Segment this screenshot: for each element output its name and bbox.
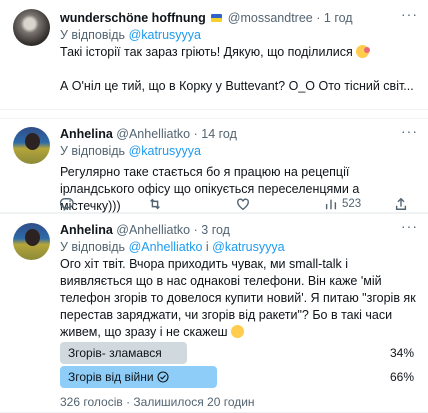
views-button[interactable]: 523 [324, 197, 394, 211]
separator-dot: · [316, 11, 321, 25]
poll-votes: 326 голосів [60, 395, 123, 409]
tweet-text: Ого хіт твіт. Вчора приходить чувак, ми … [60, 256, 418, 341]
poll-sep: · [126, 395, 131, 409]
timestamp[interactable]: 14 год [201, 127, 237, 141]
poll-option-1-percent: 34% [389, 346, 414, 360]
separator-dot: · [193, 223, 198, 237]
tweet-header: Anhelina @Anhelliatko · 3 год [60, 222, 418, 239]
timestamp[interactable]: 1 год [324, 11, 353, 25]
reply-mention-2[interactable]: @katrusyyya [212, 240, 284, 254]
author-name[interactable]: wunderschöne hoffnung [60, 11, 206, 25]
reply-mention[interactable]: @katrusyyya [129, 144, 201, 158]
poll-option-1: Згорів- зламався 34% [60, 342, 416, 364]
author-handle[interactable]: @Anhelliatko [116, 127, 190, 141]
reply-mention[interactable]: @katrusyyya [129, 28, 201, 42]
analytics-icon [325, 199, 337, 210]
blush-emoji-icon [356, 45, 371, 58]
author-handle[interactable]: @mossandtree [228, 11, 313, 25]
reply-and: і [205, 240, 209, 254]
poll-option-2-text: Згорів від війни [68, 370, 154, 384]
tweet-header: wunderschöne hoffnung @mossandtree · 1 г… [60, 10, 418, 27]
author-name[interactable]: Anhelina [60, 223, 113, 237]
reply-prefix: У відповідь [60, 144, 126, 158]
share-button[interactable] [394, 197, 408, 211]
like-button[interactable] [236, 197, 324, 211]
more-options-icon[interactable]: ··· [401, 6, 418, 22]
poll-option-1-label: Згорів- зламався [68, 346, 162, 360]
reply-button[interactable] [60, 197, 148, 211]
action-bar: 523 [60, 196, 418, 212]
author-handle[interactable]: @Anhelliatko [116, 223, 190, 237]
more-options-icon[interactable]: ··· [401, 123, 418, 139]
reply-context: У відповідь @Anhelliatko і @katrusyyya [60, 239, 418, 256]
smile-emoji-icon [231, 325, 245, 338]
views-count: 523 [342, 198, 362, 210]
tweet-text-line-2: А О'ніл це тий, що в Корку у Buttevant? … [60, 79, 414, 93]
reply-prefix: У відповідь [60, 240, 126, 254]
reply-context: У відповідь @katrusyyya [60, 143, 418, 160]
avatar[interactable] [13, 127, 50, 164]
retweet-button[interactable] [148, 197, 236, 211]
reply-mention-1[interactable]: @Anhelliatko [129, 240, 203, 254]
poll-remaining: Залишилося 20 годин [133, 395, 255, 409]
reply-prefix: У відповідь [60, 28, 126, 42]
retweet-icon [150, 198, 160, 210]
check-circle-icon [157, 371, 169, 383]
ukraine-flag-icon [211, 14, 223, 22]
poll-option-2-label: Згорів від війни [68, 370, 169, 384]
timestamp[interactable]: 3 год [201, 223, 230, 237]
heart-icon [237, 198, 249, 211]
separator-dot: · [193, 127, 198, 141]
more-options-icon[interactable]: ··· [401, 218, 418, 234]
tweet-text: Такі історії так зараз гріють! Дякую, що… [60, 45, 353, 59]
tweet-1[interactable]: wunderschöne hoffnung @mossandtree · 1 г… [0, 0, 428, 110]
avatar[interactable] [13, 9, 50, 46]
tweet-2[interactable]: Anhelina @Anhelliatko · 14 год У відпові… [0, 118, 428, 213]
reply-context: У відповідь @katrusyyya [60, 27, 418, 44]
share-icon [395, 197, 407, 210]
author-name[interactable]: Anhelina [60, 127, 113, 141]
avatar[interactable] [13, 223, 50, 260]
poll-footer: 326 голосів · Залишилося 20 годин [60, 395, 255, 409]
reply-icon [60, 198, 74, 211]
poll-option-2-percent: 66% [389, 370, 414, 384]
tweet-3[interactable]: Anhelina @Anhelliatko · 3 год У відповід… [0, 213, 428, 413]
tweet-text-line-1: Такі історії так зараз гріють! Дякую, що… [60, 44, 418, 61]
poll-option-2: Згорів від війни 66% [60, 366, 416, 388]
tweet-header: Anhelina @Anhelliatko · 14 год [60, 126, 418, 143]
